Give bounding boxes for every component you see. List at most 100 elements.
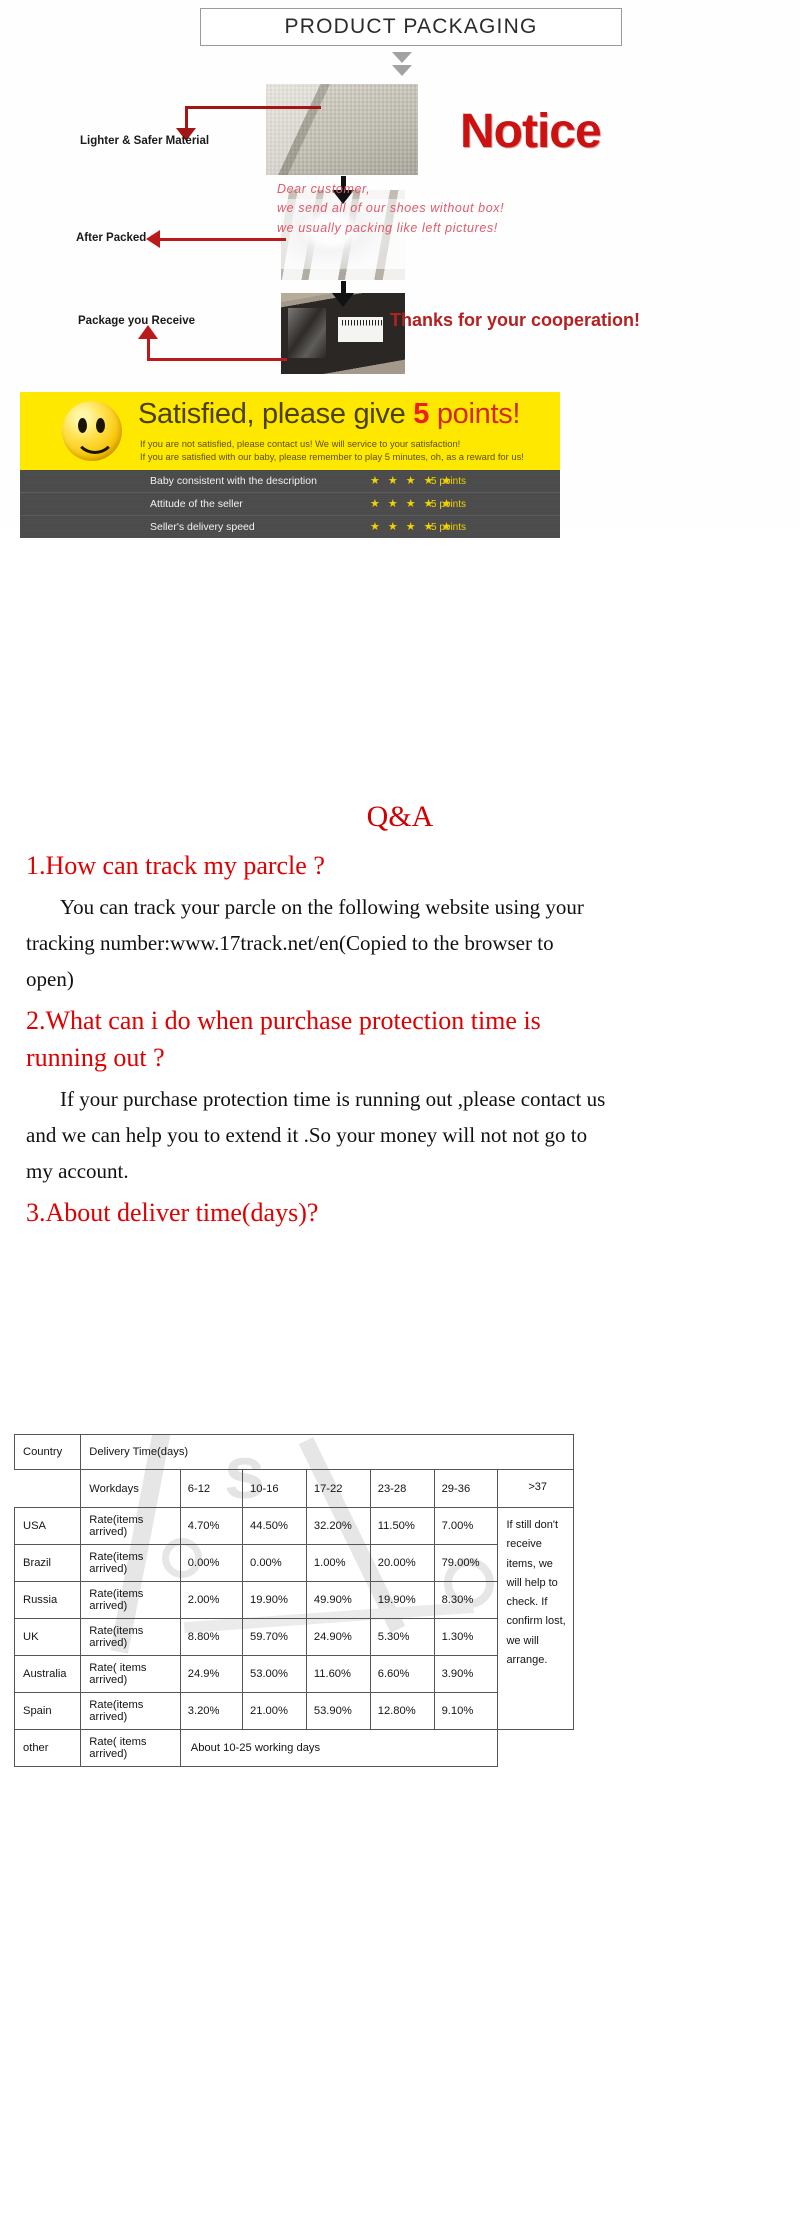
table-header-row: Country Delivery Time(days) bbox=[13, 1434, 574, 1470]
answer-1-line-3: open) bbox=[26, 967, 74, 992]
thanks-message: Thanks for your cooperation! bbox=[390, 310, 641, 330]
rating-points: 5 points bbox=[431, 475, 467, 487]
day-range-2: 17-22 bbox=[305, 1469, 371, 1508]
row-value: 6.60% bbox=[369, 1655, 435, 1693]
row-value: 2.00% bbox=[179, 1581, 244, 1619]
table-row: USA Rate(items arrived) 4.70% 44.50% 32.… bbox=[13, 1507, 574, 1730]
label-after-packed: After Packed bbox=[76, 232, 147, 244]
row-value: 3.20% bbox=[179, 1692, 244, 1730]
rating-label: Seller's delivery speed bbox=[150, 521, 255, 533]
feedback-headline: Satisfied, please give 5 points! bbox=[138, 398, 520, 431]
down-arrow-icon bbox=[332, 281, 354, 307]
row-value: 3.90% bbox=[433, 1655, 499, 1693]
rating-label: Attitude of the seller bbox=[150, 498, 243, 510]
answer-2-line-1: If your purchase protection time is runn… bbox=[60, 1087, 606, 1112]
double-down-arrow-icon bbox=[390, 52, 414, 82]
day-range-1: 10-16 bbox=[242, 1469, 307, 1508]
row-value: 53.00% bbox=[242, 1655, 307, 1693]
row-value: 12.80% bbox=[369, 1692, 435, 1730]
red-arrow-icon bbox=[185, 106, 321, 109]
row-value: 19.90% bbox=[369, 1581, 435, 1619]
row-country: Australia bbox=[13, 1655, 82, 1693]
row-country: other bbox=[13, 1729, 82, 1767]
notice-line-1: Dear customer, bbox=[277, 182, 371, 196]
label-lighter-safer-material: Lighter & Safer Material bbox=[80, 135, 210, 147]
packaging-title: PRODUCT PACKAGING bbox=[284, 15, 538, 38]
row-value: 11.50% bbox=[369, 1507, 435, 1545]
answer-2: If your purchase protection time is runn… bbox=[26, 1081, 774, 1189]
smiley-face-icon bbox=[62, 401, 122, 461]
question-2: 2.What can i do when purchase protection… bbox=[26, 1003, 800, 1077]
red-arrow-icon bbox=[138, 325, 158, 339]
qa-section: Q&A 1.How can track my parcle ? You can … bbox=[0, 800, 800, 1234]
table-row-other: other Rate( items arrived) About 10-25 w… bbox=[13, 1729, 574, 1767]
rating-row: Seller's delivery speed ★ ★ ★ ★ ★ 5 points bbox=[20, 516, 560, 538]
answer-1-line-2: tracking number:www.17track.net/en(Copie… bbox=[26, 931, 554, 956]
row-value: 53.90% bbox=[305, 1692, 371, 1730]
day-range-4: 29-36 bbox=[433, 1469, 499, 1508]
header-delivery-time: Delivery Time(days) bbox=[80, 1434, 574, 1470]
row-rate-label: Rate(items arrived) bbox=[80, 1581, 181, 1619]
row-value: 20.00% bbox=[369, 1544, 435, 1582]
table-row: Russia Rate(items arrived) 2.00% 19.90% … bbox=[13, 1581, 574, 1619]
subheader-country-blank bbox=[15, 1470, 81, 1508]
row-value: 11.60% bbox=[305, 1655, 371, 1693]
row-value: 9.10% bbox=[433, 1692, 499, 1730]
packaging-material-photo bbox=[266, 84, 418, 175]
row-rate-label: Rate( items arrived) bbox=[80, 1729, 181, 1767]
red-arrow-icon bbox=[160, 238, 286, 241]
row-value: 8.30% bbox=[433, 1581, 499, 1619]
row-value: 4.70% bbox=[179, 1507, 244, 1545]
row-value: 49.90% bbox=[305, 1581, 371, 1619]
row-rate-label: Rate(items arrived) bbox=[80, 1692, 181, 1730]
feedback-yellow-header: Satisfied, please give 5 points! If you … bbox=[20, 392, 560, 470]
row-value: 59.70% bbox=[242, 1618, 307, 1656]
row-value: 7.00% bbox=[433, 1507, 499, 1545]
question-1: 1.How can track my parcle ? bbox=[26, 851, 325, 880]
packaging-title-box: PRODUCT PACKAGING bbox=[200, 8, 622, 46]
feedback-points-word: points bbox=[429, 398, 513, 430]
qa-title: Q&A bbox=[366, 800, 434, 833]
row-value: 0.00% bbox=[179, 1544, 244, 1582]
rating-points: 5 points bbox=[431, 498, 467, 510]
rating-label: Baby consistent with the description bbox=[150, 475, 317, 487]
table-row: Australia Rate( items arrived) 24.9% 53.… bbox=[13, 1655, 574, 1693]
feedback-rating-rows: Baby consistent with the description ★ ★ ★… bbox=[20, 470, 560, 538]
row-rate-label: Rate(items arrived) bbox=[80, 1618, 181, 1656]
row-rate-label: Rate(items arrived) bbox=[80, 1544, 181, 1582]
row-country: Brazil bbox=[13, 1544, 82, 1582]
table-row: Brazil Rate(items arrived) 0.00% 0.00% 1… bbox=[13, 1544, 574, 1582]
feedback-subtext-1: If you are not satisfied, please contact… bbox=[140, 438, 461, 449]
feedback-points-number: 5 bbox=[413, 398, 430, 430]
feedback-points-excl: ! bbox=[512, 398, 521, 430]
notice-line-3: we usually packing like left pictures! bbox=[277, 221, 498, 235]
table-row: Spain Rate(items arrived) 3.20% 21.00% 5… bbox=[13, 1692, 574, 1730]
answer-2-line-3: my account. bbox=[26, 1159, 129, 1184]
red-arrow-icon bbox=[147, 358, 287, 361]
subheader-workdays: Workdays bbox=[80, 1469, 181, 1508]
notice-line-2: we send all of our shoes without box! bbox=[277, 201, 505, 215]
notice-heading: Notice bbox=[460, 105, 602, 158]
row-country: Russia bbox=[13, 1581, 82, 1619]
delivery-note: If still don't receive items, we will he… bbox=[497, 1507, 574, 1730]
answer-1: You can track your parcle on the followi… bbox=[26, 889, 774, 997]
table-subheader-row: Workdays 6-12 10-16 17-22 23-28 29-36 >3… bbox=[15, 1469, 574, 1508]
feedback-banner: Satisfied, please give 5 points! If you … bbox=[20, 392, 560, 538]
red-arrow-icon bbox=[185, 106, 188, 130]
row-value: 44.50% bbox=[242, 1507, 307, 1545]
row-country: UK bbox=[13, 1618, 82, 1656]
day-range-0: 6-12 bbox=[179, 1469, 244, 1508]
rating-row: Attitude of the seller ★ ★ ★ ★ ★ 5 points bbox=[20, 493, 560, 516]
row-value-other: About 10-25 working days bbox=[179, 1729, 499, 1767]
product-detail-page: PRODUCT PACKAGING Lighter & Safer Materi… bbox=[0, 0, 800, 2222]
red-arrow-icon bbox=[147, 338, 150, 361]
rating-row: Baby consistent with the description ★ ★ ★… bbox=[20, 470, 560, 493]
delivery-time-table: Country Delivery Time(days) Workdays 6-1… bbox=[13, 1434, 574, 1767]
row-value: 24.9% bbox=[179, 1655, 244, 1693]
row-value: 8.80% bbox=[179, 1618, 244, 1656]
row-rate-label: Rate( items arrived) bbox=[80, 1655, 181, 1693]
row-value: 19.90% bbox=[242, 1581, 307, 1619]
question-3: 3.About deliver time(days)? bbox=[26, 1198, 319, 1228]
delivery-time-table-wrapper: s Country Delivery Time(days) Workdays 6… bbox=[13, 1434, 574, 1767]
row-value: 32.20% bbox=[305, 1507, 371, 1545]
